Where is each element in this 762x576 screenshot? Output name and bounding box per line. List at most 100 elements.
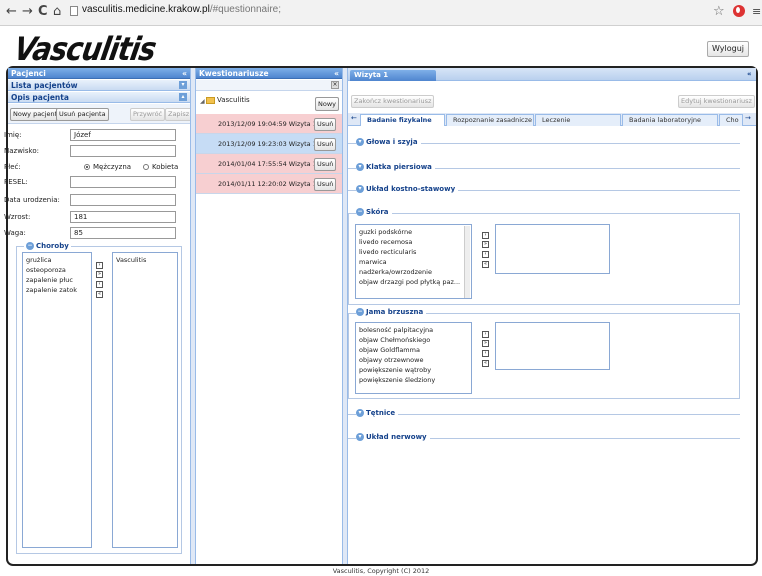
last-name-input[interactable] (70, 145, 176, 157)
section-head-neck[interactable]: ▾ Głowa i szyja (356, 138, 421, 146)
close-icon[interactable]: × (331, 81, 339, 89)
move-all-left-icon[interactable]: « (482, 261, 489, 268)
section-chest[interactable]: ▾ Klatka piersiowa (356, 163, 435, 171)
move-left-icon[interactable]: ‹ (96, 281, 103, 288)
list-item[interactable]: objaw Chełmońskiego (359, 335, 468, 345)
list-item[interactable]: powiększenie wątroby (359, 365, 468, 375)
tab-scroll-right-icon[interactable]: → (745, 114, 751, 122)
section-nervous[interactable]: ▾ Układ nerwowy (356, 433, 430, 441)
section-arteries[interactable]: ▾ Tętnice (356, 409, 399, 417)
logout-button[interactable]: Wyloguj (707, 41, 749, 57)
questionnaire-row[interactable]: 2013/12/09 19:04:59 Wizyta 1 Usuń (196, 114, 342, 134)
forward-icon[interactable]: → (22, 5, 33, 19)
list-item[interactable]: Vasculitis (116, 255, 174, 265)
skin-available-list[interactable]: guzki podskórne livedo recemosa livedo r… (355, 224, 472, 299)
delete-questionnaire-button[interactable]: Usuń (314, 178, 337, 191)
list-item[interactable]: livedo recticularis (359, 247, 468, 257)
expand-icon[interactable]: ▾ (179, 81, 187, 89)
restore-button[interactable]: Przywróć (130, 108, 166, 121)
weight-input[interactable]: 85 (70, 227, 176, 239)
new-questionnaire-button[interactable]: Nowy (315, 97, 340, 111)
scrollbar[interactable] (464, 226, 470, 298)
diseases-legend[interactable]: − Choroby (24, 242, 71, 250)
bookmark-star-icon[interactable]: ☆ (713, 4, 725, 19)
questionnaire-row[interactable]: 2014/01/04 17:55:54 Wizyta 1 Usuń (196, 154, 342, 174)
opera-icon[interactable] (733, 5, 745, 17)
birthdate-input[interactable] (70, 194, 176, 206)
tab-lab-tests[interactable]: Badania laboratoryjne (622, 114, 718, 126)
list-item[interactable]: marwica (359, 257, 468, 267)
delete-questionnaire-button[interactable]: Usuń (314, 158, 337, 171)
move-left-icon[interactable]: ‹ (482, 251, 489, 258)
expand-section-icon[interactable]: ▾ (356, 433, 364, 441)
expand-section-icon[interactable]: ▾ (356, 138, 364, 146)
list-item[interactable]: guzki podskórne (359, 227, 468, 237)
tab-physical-exam[interactable]: Badanie fizykalne (360, 114, 445, 126)
home-icon[interactable]: ⌂ (53, 5, 61, 19)
section-abdomen[interactable]: − Jama brzuszna (356, 308, 427, 316)
delete-questionnaire-button[interactable]: Usuń (314, 118, 337, 131)
sex-male-radio[interactable] (84, 164, 90, 170)
collapse-icon[interactable]: ▴ (179, 93, 187, 101)
move-right-icon[interactable]: › (96, 262, 103, 269)
delete-questionnaire-button[interactable]: Usuń (314, 138, 337, 151)
pesel-input[interactable] (70, 176, 176, 188)
collapse-middle-icon[interactable]: « (334, 68, 339, 79)
collapse-right-icon[interactable]: « (747, 70, 752, 78)
finish-questionnaire-button[interactable]: Zakończ kwestionariusz (351, 95, 435, 108)
height-input[interactable]: 181 (70, 211, 176, 223)
expand-section-icon[interactable]: ▾ (356, 185, 364, 193)
skin-selected-list[interactable] (495, 224, 610, 274)
tree-expand-icon[interactable]: ◢ (200, 98, 205, 105)
list-item[interactable]: zapalenie zatok (26, 285, 88, 295)
reload-icon[interactable]: C (38, 5, 48, 19)
list-item[interactable]: grużlica (26, 255, 88, 265)
back-icon[interactable]: ← (6, 5, 17, 19)
save-button[interactable]: Zapisz (165, 108, 193, 121)
abdomen-selected-list[interactable] (495, 322, 610, 370)
tab-visit-1[interactable]: Wizyta 1 (350, 70, 436, 81)
list-item[interactable]: bolesność palpitacyjna (359, 325, 468, 335)
expand-section-icon[interactable]: ▾ (356, 409, 364, 417)
collapse-left-icon[interactable]: « (182, 68, 187, 79)
sex-female-radio[interactable] (143, 164, 149, 170)
move-all-right-icon[interactable]: » (482, 241, 489, 248)
list-item[interactable]: objaw Goldflamma (359, 345, 468, 355)
tab-scroll-left-icon[interactable]: ← (351, 114, 357, 122)
move-all-left-icon[interactable]: « (96, 291, 103, 298)
new-patient-button[interactable]: Nowy pacjent (10, 108, 61, 121)
delete-patient-button[interactable]: Usuń pacjenta (56, 108, 109, 121)
questionnaire-row[interactable]: 2014/01/11 12:20:02 Wizyta 1 Usuń (196, 174, 342, 194)
abdomen-available-list[interactable]: bolesność palpitacyjna objaw Chełmońskie… (355, 322, 472, 394)
tab-main-diagnosis[interactable]: Rozpoznanie zasadnicze (446, 114, 534, 126)
first-name-input[interactable]: Józef (70, 129, 176, 141)
edit-questionnaire-button[interactable]: Edytuj kwestionariusz (678, 95, 755, 108)
list-item[interactable]: nadżerka/owrzodzenie (359, 267, 468, 277)
move-all-right-icon[interactable]: » (482, 340, 489, 347)
patient-desc-header[interactable]: Opis pacjenta ▴ (8, 92, 190, 103)
tab-diseases-truncated[interactable]: Cho (719, 114, 743, 126)
menu-icon[interactable]: ≡ (752, 5, 761, 18)
list-item[interactable]: osteoporoza (26, 265, 88, 275)
list-item[interactable]: livedo recemosa (359, 237, 468, 247)
diseases-available-list[interactable]: grużlica osteoporoza zapalenie płuc zapa… (22, 252, 92, 548)
diseases-selected-list[interactable]: Vasculitis (112, 252, 178, 548)
tree-label[interactable]: Vasculitis (217, 96, 250, 104)
move-right-icon[interactable]: › (482, 232, 489, 239)
move-all-right-icon[interactable]: » (96, 271, 103, 278)
move-left-icon[interactable]: ‹ (482, 350, 489, 357)
section-musculoskeletal[interactable]: ▾ Układ kostno-stawowy (356, 185, 459, 193)
list-item[interactable]: zapalenie płuc (26, 275, 88, 285)
list-item[interactable]: objaw drzazgi pod płytką paz... (359, 277, 468, 287)
section-skin[interactable]: − Skóra (356, 208, 392, 216)
collapse-diseases-icon[interactable]: − (26, 242, 34, 250)
tab-treatment[interactable]: Leczenie (535, 114, 621, 126)
list-item[interactable]: powiększenie śledziony (359, 375, 468, 385)
collapse-section-icon[interactable]: − (356, 308, 364, 316)
patients-list-header[interactable]: Lista pacjentów ▾ (8, 80, 190, 91)
collapse-section-icon[interactable]: − (356, 208, 364, 216)
list-item[interactable]: objawy otrzewnowe (359, 355, 468, 365)
address-bar[interactable]: vasculitis.medicine.krakow.pl/#questionn… (82, 4, 281, 15)
move-all-left-icon[interactable]: « (482, 360, 489, 367)
questionnaire-row[interactable]: 2013/12/09 19:23:03 Wizyta 1 Usuń (196, 134, 342, 154)
